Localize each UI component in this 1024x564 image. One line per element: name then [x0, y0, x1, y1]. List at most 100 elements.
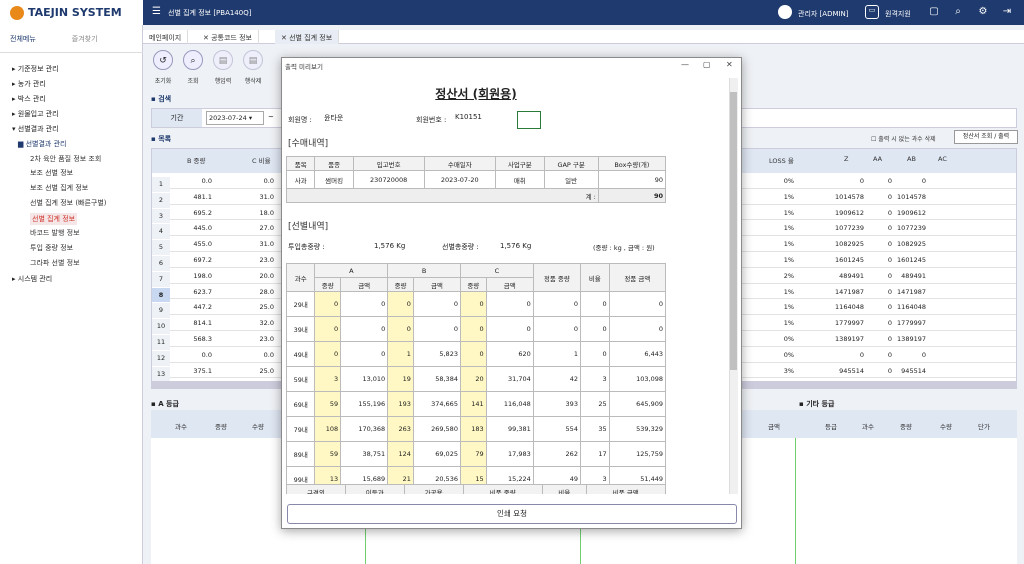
cell-b-weight: 697.2: [193, 256, 212, 264]
col-c-ratio[interactable]: C 비율: [252, 155, 271, 165]
sidebar-item-result[interactable]: ▾ 선별결과 관리: [12, 124, 59, 134]
row-delete-button[interactable]: ▤: [243, 50, 263, 70]
user-name[interactable]: 관리자 [ADMIN]: [798, 9, 849, 19]
lock-icon[interactable]: ▢: [928, 6, 940, 18]
query-label: 조회: [187, 78, 199, 85]
table-cell: 31,704: [485, 366, 534, 392]
row-add-button[interactable]: ▤: [213, 50, 233, 70]
table-cell: 103,098: [608, 366, 667, 392]
date-from-input[interactable]: 2023-07-24 ▾: [206, 111, 264, 125]
table-cell: 0: [387, 316, 414, 342]
print-request-button[interactable]: 인쇄 요청: [287, 504, 737, 524]
cell-c-ratio: 31.0: [259, 240, 274, 249]
grade-etc-col-price[interactable]: 단가: [978, 421, 990, 431]
grade-etc-col-grade[interactable]: 등급: [825, 421, 837, 431]
avatar[interactable]: [778, 5, 792, 19]
sidebar-sub-visual[interactable]: 2차 육안 품질 정보 조회: [30, 154, 101, 164]
menu-toggle-icon[interactable]: ☰: [152, 7, 162, 17]
cell-ab: 1909612: [897, 208, 926, 217]
all-menu-tab[interactable]: 전체메뉴: [10, 34, 36, 44]
print-settlement-button[interactable]: 정산서 조회 / 출력: [954, 130, 1018, 144]
grade-etc-col-qty[interactable]: 수량: [940, 421, 952, 431]
divider: [795, 438, 796, 564]
selected-cell[interactable]: [517, 111, 541, 129]
reset-button[interactable]: ↺: [153, 50, 173, 70]
table-cell: 141: [459, 391, 487, 417]
table-row: 79내 108 170,368 263 269,580 183 99,381 554 35 539…: [285, 416, 667, 442]
sidebar: [0, 25, 143, 564]
cell-z: 489491: [839, 271, 864, 280]
col-ab[interactable]: AB: [907, 155, 916, 163]
preview-scroll-thumb[interactable]: [730, 92, 737, 370]
cell-z: 1164048: [835, 303, 864, 312]
sidebar-sub-aux-sum[interactable]: 보조 선별 집계 정보: [30, 183, 88, 193]
cell-ab: 1389197: [897, 335, 926, 343]
cell-ab: 0: [921, 177, 926, 185]
col-loss[interactable]: LOSS 율: [769, 155, 794, 165]
sidebar-item-receipt[interactable]: ▸ 원물입고 관리: [12, 109, 59, 119]
col-z[interactable]: Z: [844, 155, 848, 163]
dialog-title: 출력 미리보기: [285, 63, 323, 71]
table-cell: 0: [608, 316, 667, 342]
sidebar-sub-barcode[interactable]: 바코드 발행 정보: [30, 228, 80, 238]
cell-b-weight: 814.1: [193, 319, 212, 328]
grade-mid-col-amount[interactable]: 금액: [768, 421, 780, 431]
cell-b-weight: 568.3: [193, 335, 212, 343]
tab-summary[interactable]: ✕ 선별 집계 정보: [275, 30, 340, 44]
sidebar-sub-quick[interactable]: 선별 집계 정보 (빠른구별): [30, 198, 107, 208]
grade-a-col-qty[interactable]: 수량: [252, 421, 264, 431]
table-cell: 0: [340, 316, 389, 342]
remote-support-label[interactable]: 원격지원: [885, 9, 911, 19]
col-ac[interactable]: AC: [938, 155, 947, 163]
input-weight-label: 투입총중량 :: [288, 243, 325, 251]
row-add-label: 행입력: [214, 78, 232, 85]
gear-icon[interactable]: ⚙: [977, 6, 989, 18]
table-cell: 17: [579, 441, 610, 467]
tab-common-code[interactable]: ✕ 공통코드 정보: [197, 30, 259, 44]
sidebar-sub-input[interactable]: 투입 중량 정보: [30, 243, 73, 253]
logo[interactable]: TAEJIN SYSTEM: [0, 0, 143, 25]
col-b-weight[interactable]: B 중량: [187, 155, 206, 165]
sidebar-folder[interactable]: ▆ 선별결과 관리: [18, 139, 66, 149]
cell-loss: 1%: [783, 287, 794, 296]
cell-aa: 0: [887, 319, 892, 328]
table-cell: 58,384: [412, 366, 461, 392]
table-cell: 263: [387, 416, 414, 442]
col-aa[interactable]: AA: [873, 155, 882, 163]
table-cell: 0: [314, 341, 342, 367]
sidebar-item-base[interactable]: ▸ 기준정보 관리: [12, 64, 59, 74]
sidebar-sub-summary[interactable]: 선별 집계 정보: [30, 213, 78, 225]
table-cell: 59: [314, 441, 342, 467]
table-cell: 29내: [285, 291, 316, 317]
cell-ab: 489491: [901, 271, 926, 280]
maximize-icon[interactable]: ▢: [703, 60, 711, 69]
delete-empty-checkbox[interactable]: ☐ 출력 시 없는 과수 삭제: [871, 134, 936, 143]
table-cell: 393: [532, 391, 581, 417]
table-cell: 13,010: [340, 366, 389, 392]
minimize-icon[interactable]: —: [681, 60, 689, 69]
close-icon[interactable]: ✕: [726, 60, 733, 69]
tab-main[interactable]: 메인페이지: [143, 30, 189, 44]
sidebar-item-farm[interactable]: ▸ 농가 관리: [12, 79, 46, 89]
tab-bar: 메인페이지 ✕ 공통코드 정보 ✕ 선별 집계 정보: [143, 30, 1024, 44]
search-icon[interactable]: ⌕: [952, 6, 964, 18]
logout-icon[interactable]: ⇥: [1001, 6, 1013, 18]
cell-c-ratio: 32.0: [259, 319, 274, 328]
grade-a-col-weight[interactable]: 중량: [215, 421, 227, 431]
sidebar-item-system[interactable]: ▸ 시스템 관리: [12, 274, 52, 284]
cell-aa: 0: [887, 366, 892, 375]
sidebar-sub-aux[interactable]: 보조 선별 정보: [30, 168, 73, 178]
grade-etc-col-gwasu[interactable]: 과수: [862, 421, 874, 431]
sidebar-sub-grapha[interactable]: 그라파 선별 정보: [30, 258, 80, 268]
remote-support-icon[interactable]: ▭: [865, 5, 879, 19]
query-button[interactable]: ⌕: [183, 50, 203, 70]
cell-aa: 0: [887, 224, 892, 233]
sidebar-item-box[interactable]: ▸ 박스 관리: [12, 94, 46, 104]
cell-z: 1909612: [835, 208, 864, 217]
table-row: 69내 59 155,196 193 374,665 141 116,048 393 25 645…: [285, 391, 667, 417]
grade-etc-col-weight[interactable]: 중량: [900, 421, 912, 431]
cell-z: 945514: [839, 366, 864, 375]
grade-a-col-gwasu[interactable]: 과수: [175, 421, 187, 431]
favorites-tab[interactable]: 즐겨찾기: [72, 34, 98, 44]
cell-loss: 1%: [783, 303, 794, 312]
